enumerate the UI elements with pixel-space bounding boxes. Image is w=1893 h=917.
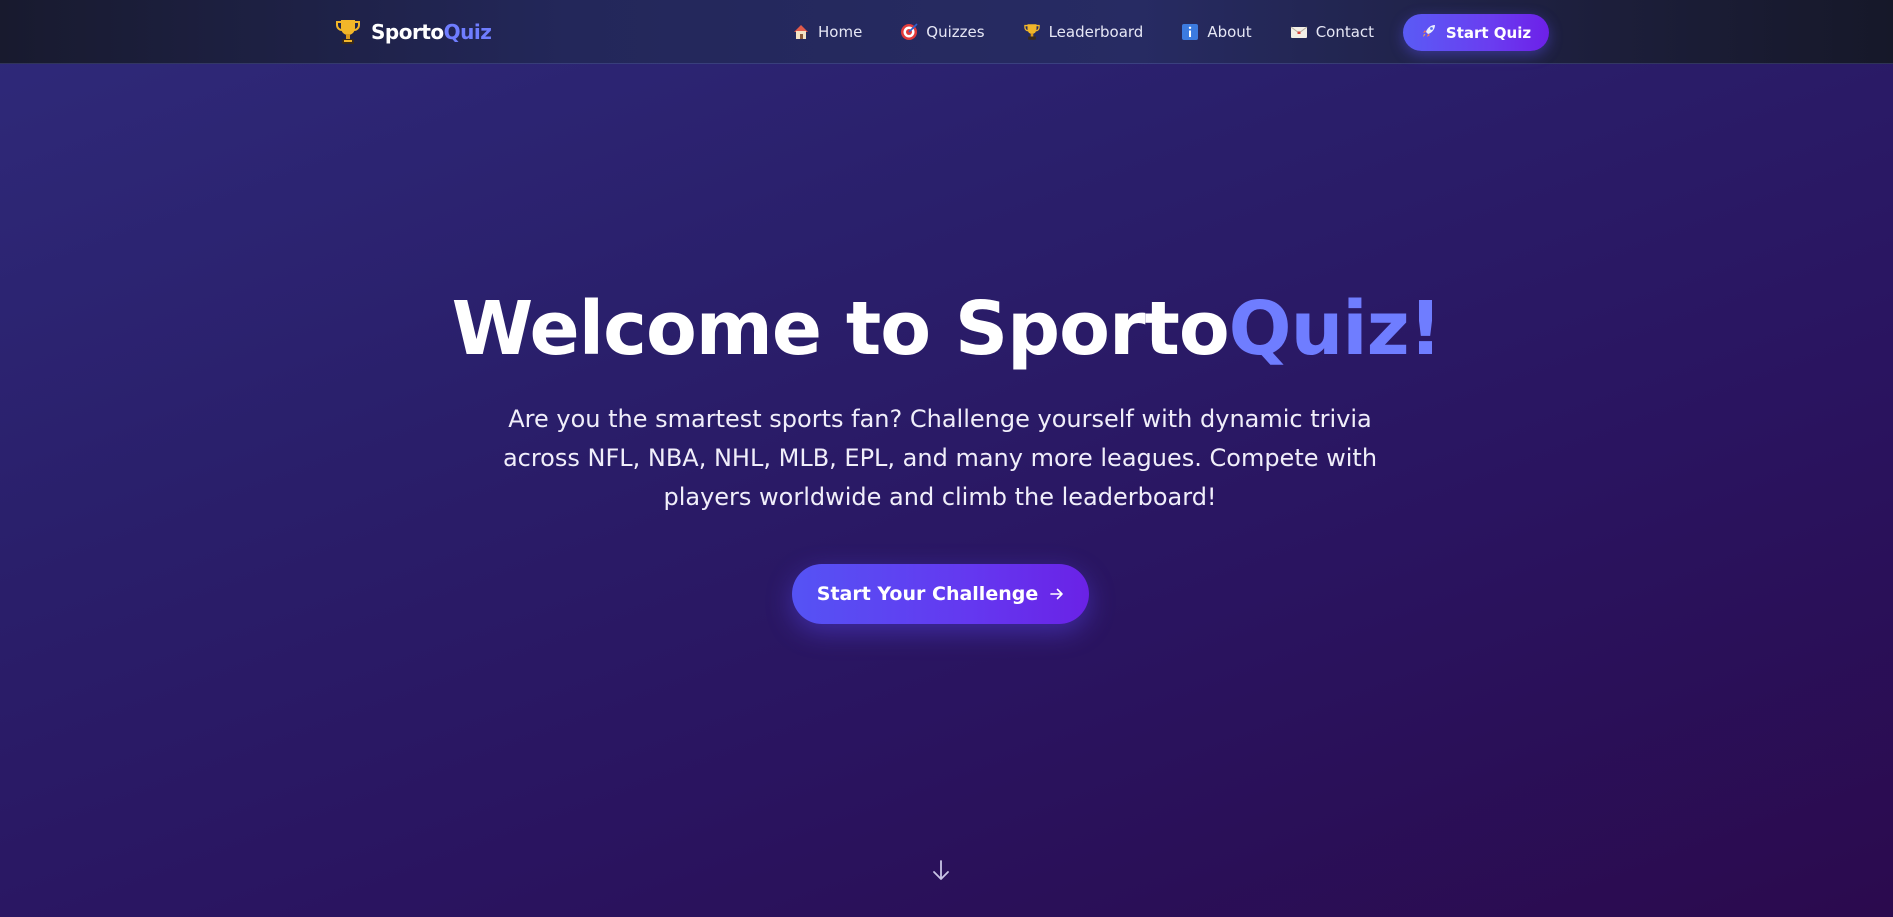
- brand-name: SportoQuiz: [371, 20, 492, 44]
- arrow-down-icon[interactable]: [930, 858, 952, 884]
- brand-name-accent: Quiz: [443, 20, 492, 44]
- nav-item-contact[interactable]: Contact: [1290, 23, 1374, 41]
- info-icon: [1181, 23, 1199, 41]
- nav-item-leaderboard[interactable]: Leaderboard: [1023, 23, 1144, 41]
- nav-item-label: Quizzes: [926, 23, 985, 41]
- nav-item-label: Leaderboard: [1048, 23, 1144, 41]
- brand-name-main: Sporto: [371, 20, 444, 44]
- start-challenge-label: Start Your Challenge: [816, 583, 1039, 605]
- hero-title-main: Welcome to Sporto: [451, 286, 1230, 372]
- start-challenge-button[interactable]: Start Your Challenge: [792, 564, 1089, 624]
- envelope-icon: [1290, 23, 1308, 41]
- nav-item-label: Home: [818, 23, 863, 41]
- target-icon: [900, 23, 918, 41]
- hero-subtitle: Are you the smartest sports fan? Challen…: [502, 405, 1378, 511]
- top-navbar: SportoQuiz Home Quizzes Leaderboard Abou…: [0, 0, 1893, 64]
- start-quiz-button[interactable]: Start Quiz: [1403, 14, 1549, 51]
- nav-item-about[interactable]: About: [1181, 23, 1252, 41]
- start-quiz-label: Start Quiz: [1445, 23, 1532, 42]
- hero-title-accent: Quiz!: [1228, 286, 1443, 372]
- nav-item-home[interactable]: Home: [792, 23, 862, 41]
- nav-item-label: Contact: [1315, 23, 1375, 41]
- house-icon: [792, 23, 810, 41]
- trophy-icon: [1023, 23, 1041, 41]
- arrow-right-icon: [1050, 583, 1064, 605]
- trophy-icon: [335, 18, 361, 46]
- nav-links: Home Quizzes Leaderboard About Contact: [792, 20, 1412, 44]
- nav-item-label: About: [1207, 23, 1252, 41]
- hero-title: Welcome to SportoQuiz!: [0, 284, 1893, 374]
- rocket-icon: [1421, 23, 1437, 43]
- nav-item-quizzes[interactable]: Quizzes: [900, 23, 985, 41]
- brand-logo[interactable]: SportoQuiz: [335, 17, 492, 47]
